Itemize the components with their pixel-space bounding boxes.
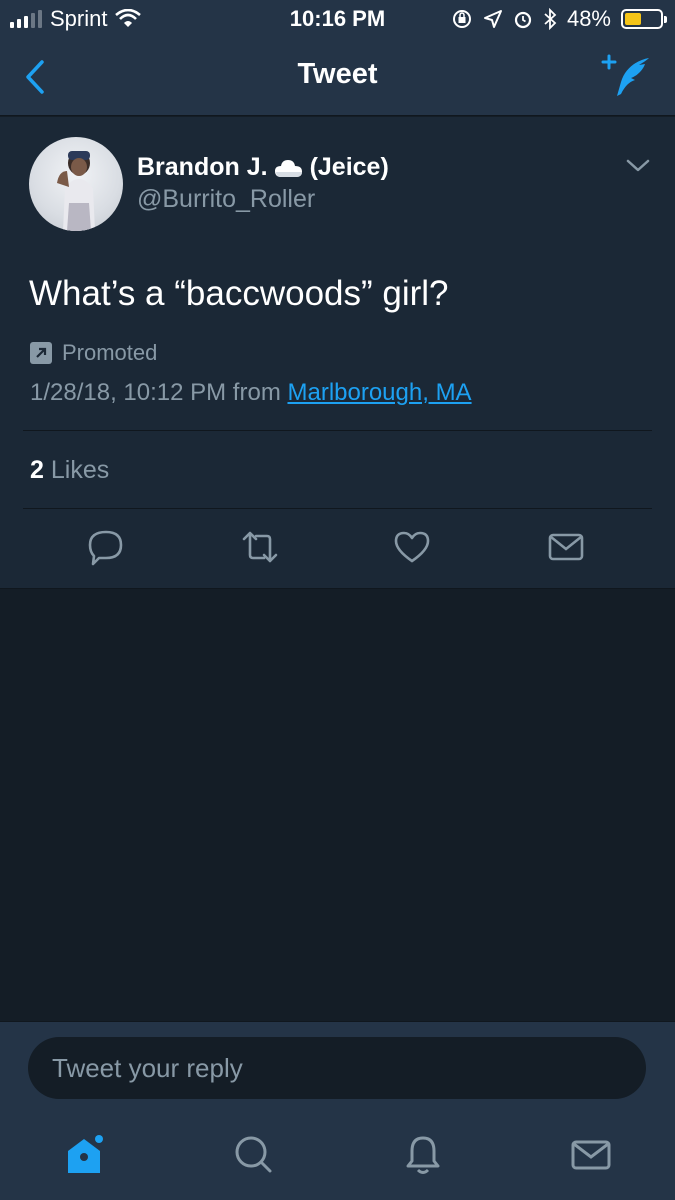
tweet-text: What’s a “baccwoods” girl? [29,274,449,313]
location-link[interactable]: Marlborough, MA [287,379,471,406]
page-title: Tweet [297,58,378,90]
battery-fill [625,13,642,25]
status-bar: Sprint 10:16 PM 48% [0,0,675,38]
battery-percent: 48% [566,6,611,31]
compose-quill-icon[interactable] [599,52,653,100]
bluetooth-icon [544,8,557,30]
timestamp-text: 1/28/18, 10:12 PM from [30,379,288,406]
search-icon[interactable] [232,1133,276,1177]
avatar-photo [57,151,95,231]
likes-number: 2 [30,456,44,484]
promoted-arrow-icon [30,342,52,364]
rotation-lock-icon [452,10,471,28]
chevron-down-icon[interactable] [625,157,651,175]
home-icon[interactable] [62,1133,106,1177]
divider [23,508,652,509]
avatar[interactable] [29,137,123,231]
reply-input[interactable]: Tweet your reply [28,1037,646,1099]
author-display-name: Brandon J. [137,153,268,181]
reply-icon[interactable] [86,527,126,567]
nav-bar: Tweet [0,38,675,116]
status-right: 48% [451,6,667,32]
promoted-text: Promoted [62,340,158,365]
author-handle[interactable]: @Burrito_Roller [137,185,315,214]
retweet-icon[interactable] [240,527,280,567]
battery-icon [621,9,667,29]
notifications-bell-icon[interactable] [401,1133,445,1177]
tweet-actions [0,527,675,573]
like-heart-icon[interactable] [392,527,432,567]
alarm-icon [514,11,532,29]
likes-label: Likes [50,456,110,484]
promoted-label: Promoted [30,340,157,366]
direct-message-icon[interactable] [546,527,586,567]
messages-icon[interactable] [569,1133,613,1177]
author-nickname: (Jeice) [309,153,389,181]
location-arrow-icon [483,10,502,28]
reply-composer: Tweet your reply [0,1021,675,1119]
cloud-icon [274,159,302,177]
tab-bar [0,1119,675,1200]
tweet-timestamp: 1/28/18, 10:12 PM from Marlborough, MA [30,379,472,407]
tweet-detail: Brandon J. (Jeice) @Burrito_Roller What’… [0,117,675,589]
author-name[interactable]: Brandon J. (Jeice) [137,153,389,182]
divider [23,430,652,431]
likes-count[interactable]: 2 Likes [30,456,109,485]
